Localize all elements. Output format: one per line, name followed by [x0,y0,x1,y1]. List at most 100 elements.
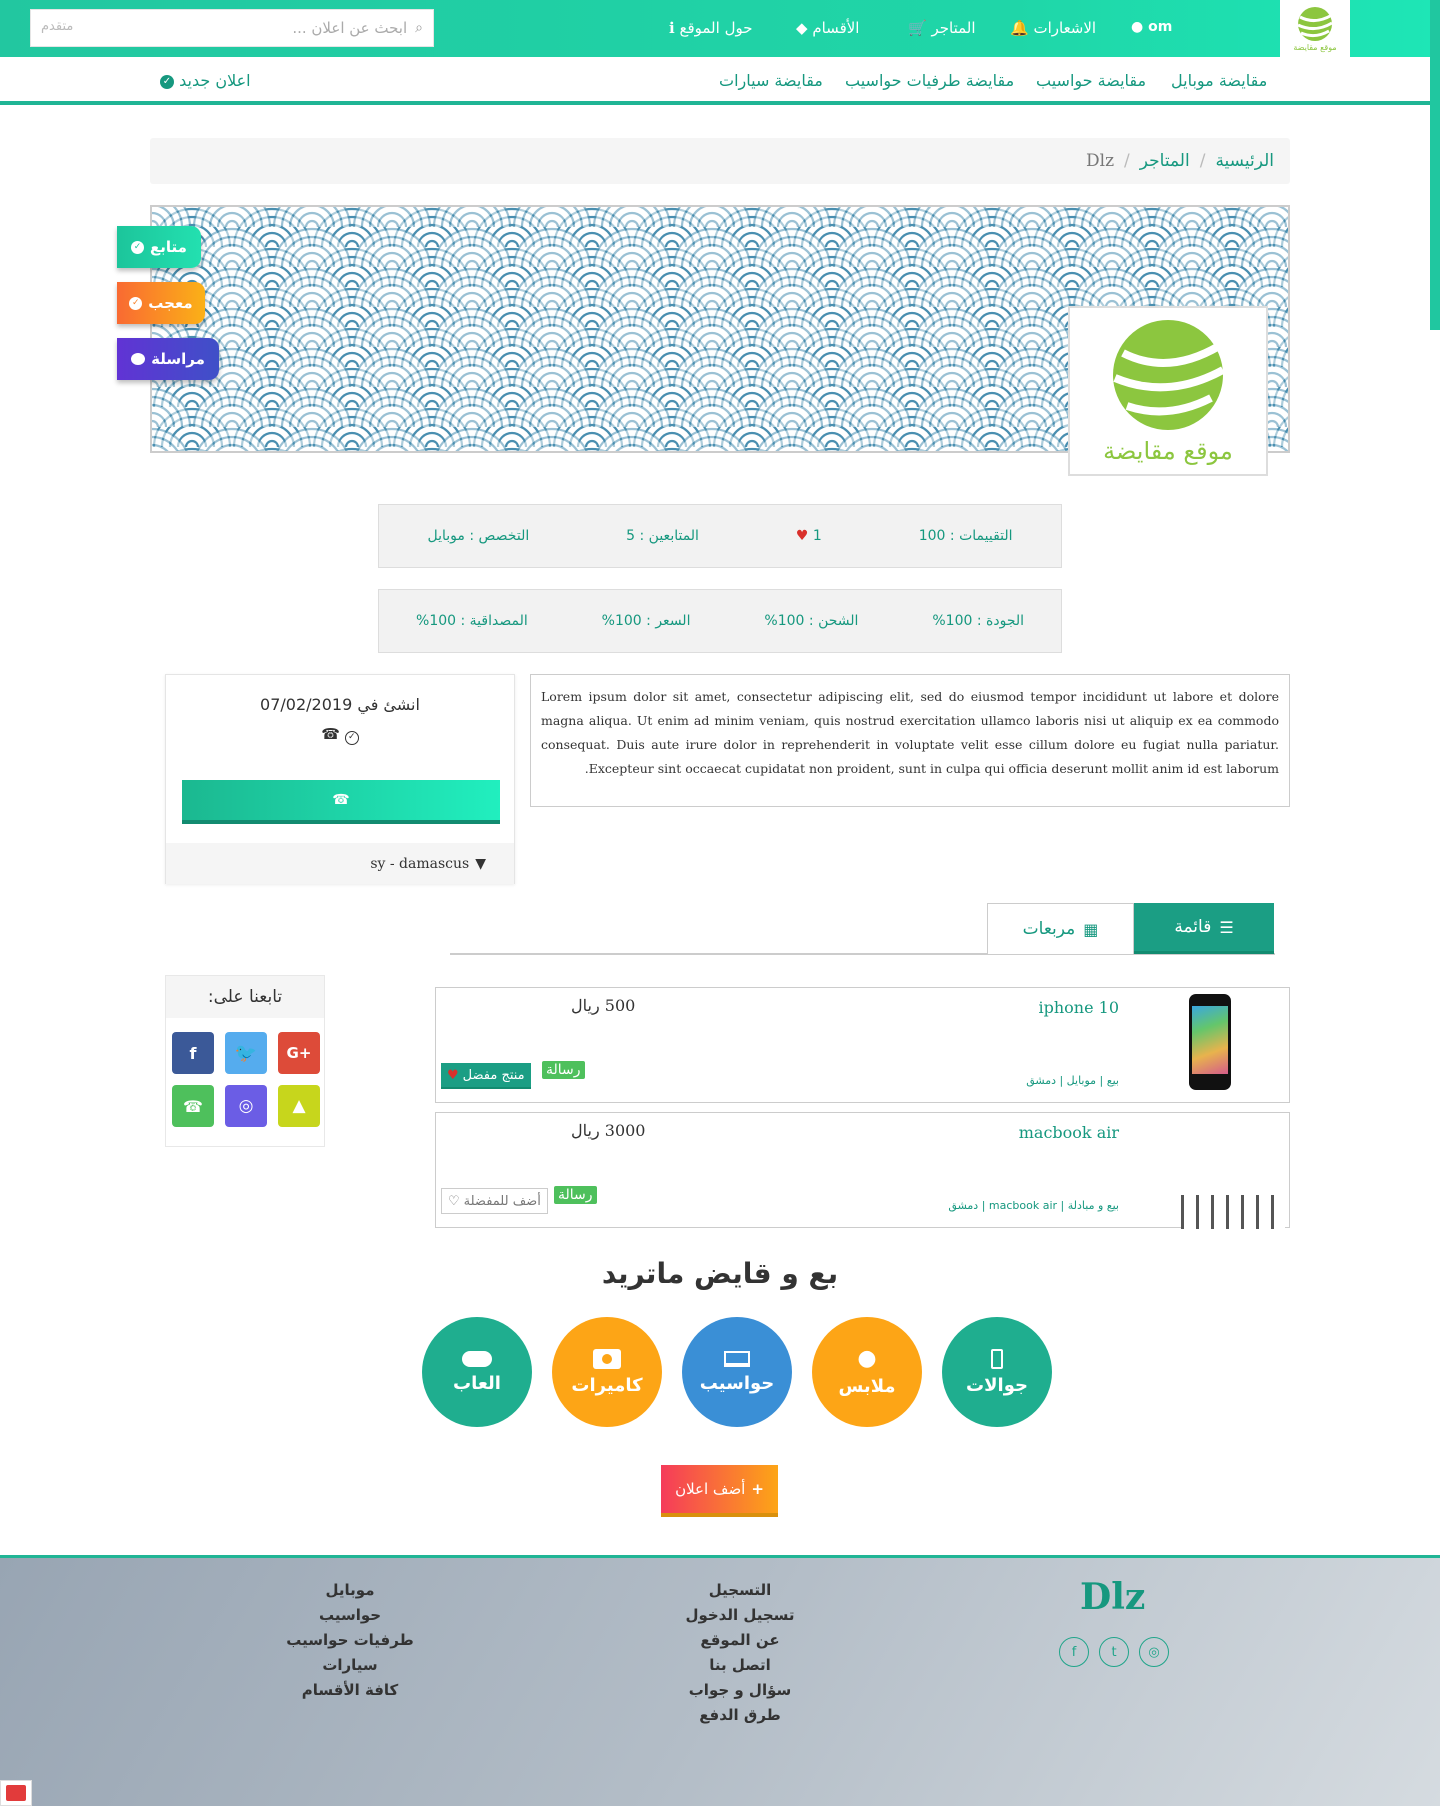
breadcrumb-separator: / [1199,151,1206,171]
score-shipping: الشحن : 100% [764,613,859,629]
footer-brand: Dlz [1080,1576,1146,1618]
product-title[interactable]: macbook air [1019,1123,1119,1142]
nav-about-label: حول الموقع [679,19,753,37]
nav-sections[interactable]: الأقسام ◆ [796,19,859,37]
corner-widget-icon[interactable] [0,1780,32,1806]
snapchat-icon[interactable]: ▲ [278,1085,320,1127]
score-price: السعر : 100% [601,613,691,629]
corner-widget-glyph [6,1785,26,1801]
instagram-icon[interactable]: ◎ [1139,1637,1169,1667]
stat-specialty: التخصص : موبايل [427,528,530,544]
site-logo[interactable]: موقع مقايضة [1280,0,1350,57]
camera-icon [593,1348,621,1369]
search-input[interactable]: ⌕ ابحث عن اعلان ... متقدم [30,9,434,47]
footer-link[interactable]: كافة الأقسام [250,1678,450,1703]
footer-link[interactable]: تسجيل الدخول [640,1603,840,1628]
check-circle-icon: ✓ [129,296,143,310]
location-text: sy - damascus [370,855,470,872]
breadcrumb-stores[interactable]: المتاجر [1140,151,1190,171]
call-button[interactable]: ☎ [182,780,500,824]
footer-link[interactable]: سيارات [250,1653,450,1678]
twitter-icon[interactable]: t [1099,1637,1129,1667]
message-badge[interactable]: رسالة [554,1186,597,1204]
like-label: معجب [148,294,193,312]
search-icon[interactable]: ⌕ [415,20,423,36]
category-mobiles[interactable]: جوالات [942,1317,1052,1427]
location-bar: sy - damascus ▼ [166,843,514,884]
product-row[interactable]: iphone 10 500 ريال بيع | موبايل | دمشق ر… [435,987,1290,1103]
category-clothes-label: ملابس [838,1375,896,1397]
gamepad-icon [462,1350,492,1367]
facebook-icon[interactable]: f [1059,1637,1089,1667]
verified-icon: ✓ [344,731,359,745]
new-ad-link[interactable]: ✓ اعلان جديد [160,71,251,90]
nav-stores[interactable]: المتاجر 🛒 [908,19,976,37]
footer-links-site: التسجيل تسجيل الدخول عن الموقع اتصل بنا … [640,1578,840,1728]
nav-about[interactable]: حول الموقع ℹ [669,19,753,37]
subnav-computers[interactable]: مقايضة حواسيب [1036,71,1146,90]
subnav-cars[interactable]: مقايضة سيارات [719,71,823,90]
follow-title: تابعنا على: [166,976,324,1018]
footer-link[interactable]: سؤال و جواب [640,1678,840,1703]
footer-link[interactable]: حواسيب [250,1603,450,1628]
category-games-label: العاب [453,1372,501,1394]
message-badge[interactable]: رسالة [542,1061,585,1079]
breadcrumb-current: Dlz [1086,151,1115,171]
subnav-peripherals[interactable]: مقايضة طرفيات حواسيب [845,71,1014,90]
subnav-mobile[interactable]: مقايضة موبايل [1171,71,1267,90]
add-favorite-button[interactable]: أضف للمفضلة ♡ [441,1188,548,1214]
like-button[interactable]: ✓ معجب [117,282,205,324]
message-button[interactable]: مراسلة [117,338,219,380]
follow-button[interactable]: ✓ متابع [117,226,201,268]
cart-icon: 🛒 [908,19,927,37]
nav-user[interactable]: om ● [1131,19,1172,35]
store-logo-text: موقع مقايضة [1103,436,1233,465]
tab-grid[interactable]: ▦ مربعات [987,903,1134,954]
footer-link[interactable]: اتصل بنا [640,1653,840,1678]
product-image[interactable] [1181,1195,1285,1229]
nav-notifications[interactable]: الاشعارات 🔔 [1010,19,1096,37]
plus-icon: + [751,1480,764,1498]
scrollbar[interactable] [1430,0,1440,330]
category-cameras[interactable]: كاميرات [552,1317,662,1427]
add-favorite-label: أضف للمفضلة [463,1193,541,1209]
check-circle-icon: ✓ [160,74,174,89]
google-plus-icon[interactable]: G+ [278,1032,320,1074]
breadcrumb-home[interactable]: الرئيسية [1215,151,1274,171]
product-row[interactable]: macbook air 3000 ريال بيع و مبادلة | mac… [435,1112,1290,1229]
map-marker-icon: ▼ [475,855,486,872]
stat-likes-value: 1 [812,528,822,544]
category-cameras-label: كاميرات [571,1374,643,1396]
favorite-button[interactable]: منتج مفضل ♥ [441,1063,531,1089]
product-image[interactable] [1189,994,1231,1090]
category-computers[interactable]: حواسيب [682,1317,792,1427]
footer-social: f t ◎ [1059,1637,1169,1667]
advanced-search-link[interactable]: متقدم [41,19,73,34]
whatsapp-icon[interactable]: ☎ [172,1085,214,1127]
logo-globe-icon [1297,7,1333,41]
facebook-icon[interactable]: f [172,1032,214,1074]
heart-icon: ♥ [795,528,809,544]
bell-icon: 🔔 [1010,19,1029,37]
footer-link[interactable]: موبايل [250,1578,450,1603]
tab-list[interactable]: ☰ قائمة [1134,903,1274,954]
created-date: انشئ في 07/02/2019 [260,695,420,714]
add-ad-button[interactable]: + أضف اعلان [661,1465,778,1517]
category-clothes[interactable]: ● ملابس [812,1317,922,1427]
instagram-icon[interactable]: ◎ [225,1085,267,1127]
phone-icon: ☎ [332,792,350,808]
footer-link[interactable]: طرق الدفع [640,1703,840,1728]
user-icon: ● [1131,19,1144,35]
footer-link[interactable]: طرفيات حواسيب [250,1628,450,1653]
categories-heading: بع و قايض ماتريد [601,1257,839,1290]
search-placeholder: ابحث عن اعلان ... [292,19,408,37]
footer-link[interactable]: عن الموقع [640,1628,840,1653]
nav-notifications-label: الاشعارات [1033,19,1097,37]
category-games[interactable]: العاب [422,1317,532,1427]
product-title[interactable]: iphone 10 [1038,998,1119,1017]
social-grid: f 🐦 G+ ☎ ◎ ▲ [172,1032,320,1127]
product-meta: بيع و مبادلة | macbook air | دمشق [948,1199,1119,1212]
twitter-icon[interactable]: 🐦 [225,1032,267,1074]
footer-link[interactable]: التسجيل [640,1578,840,1603]
store-info-card: انشئ في 07/02/2019 ☎ ✓ ☎ sy - damascus ▼ [165,674,515,884]
